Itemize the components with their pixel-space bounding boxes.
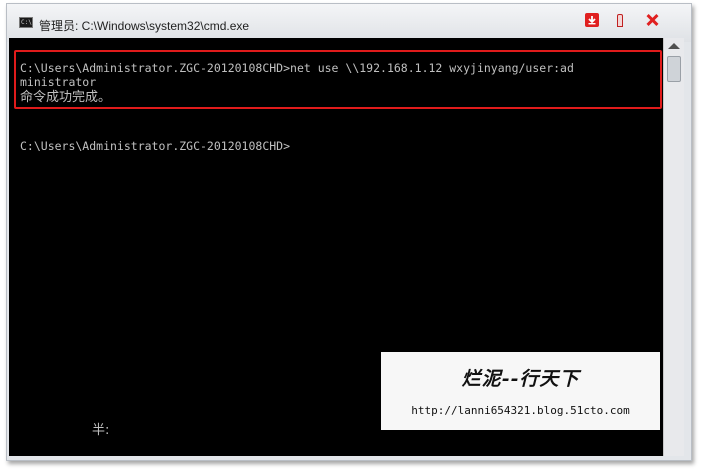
watermark-url: http://lanni654321.blog.51cto.com	[411, 404, 630, 417]
pin-button[interactable]	[607, 10, 633, 30]
scroll-thumb[interactable]	[667, 56, 681, 82]
cmd-icon: C:\	[19, 17, 33, 28]
download-icon	[585, 13, 599, 27]
vertical-scrollbar[interactable]	[663, 38, 684, 456]
close-button[interactable]	[639, 10, 665, 30]
window-title: 管理员: C:\Windows\system32\cmd.exe	[39, 19, 250, 33]
download-button[interactable]	[579, 10, 605, 30]
watermark-title: 烂泥--行天下	[461, 368, 580, 390]
scroll-up-arrow-icon[interactable]	[668, 43, 680, 49]
blog-watermark: 烂泥--行天下 http://lanni654321.blog.51cto.co…	[381, 352, 660, 430]
close-icon	[646, 14, 658, 26]
title-bar[interactable]: C:\ 管理员: C:\Windows\system32\cmd.exe	[7, 4, 691, 42]
pin-icon	[617, 13, 623, 27]
console-ime-indicator: 半:	[92, 423, 110, 438]
command-highlight-box	[14, 50, 662, 109]
console-prompt: C:\Users\Administrator.ZGC-20120108CHD>	[20, 139, 291, 153]
